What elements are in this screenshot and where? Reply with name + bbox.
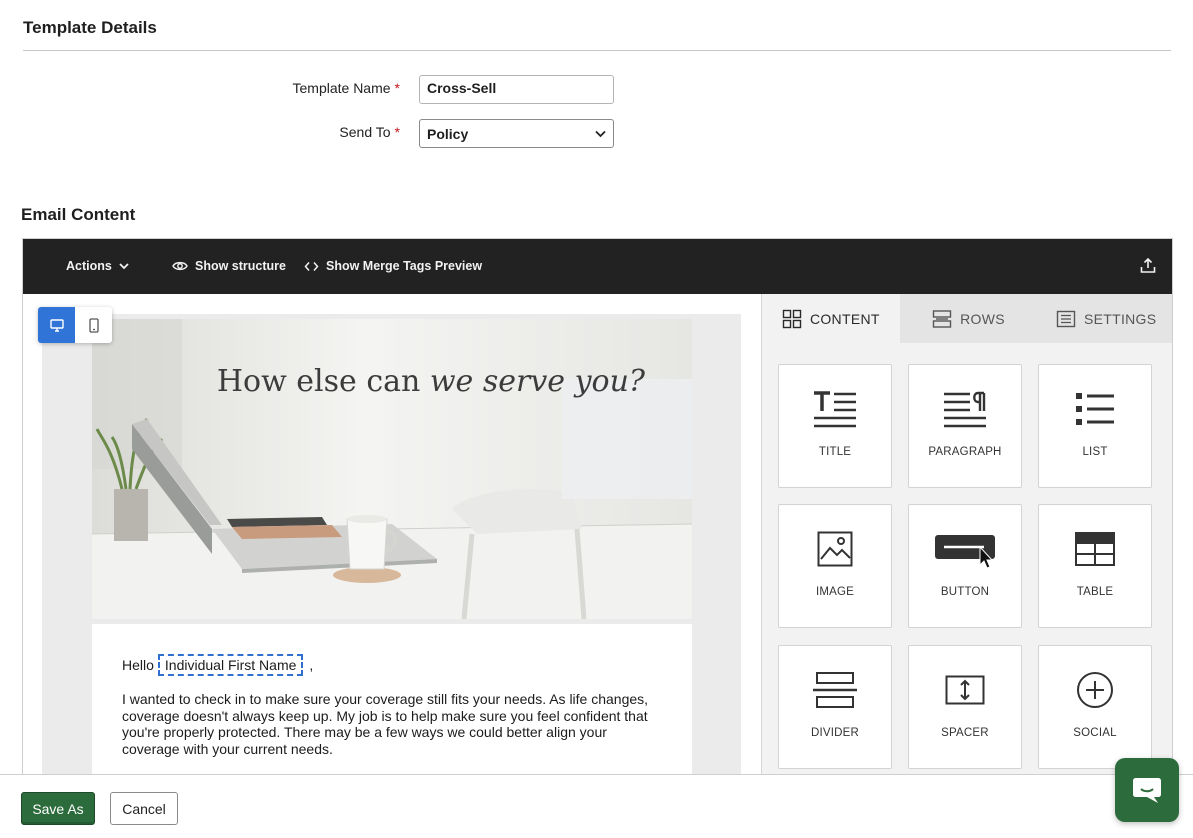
button-icon	[935, 535, 995, 569]
block-image[interactable]: IMAGE	[778, 504, 892, 628]
device-toggle	[38, 307, 112, 343]
greeting-line: Hello Individual First Name ,	[122, 654, 313, 676]
chat-bubble-icon	[1133, 778, 1161, 803]
chevron-down-icon	[595, 130, 606, 137]
social-icon	[1077, 672, 1113, 708]
eye-icon	[172, 261, 188, 271]
block-table[interactable]: TABLE	[1038, 504, 1152, 628]
side-tabs: CONTENT ROWS SETTINGS	[762, 294, 1172, 343]
block-divider[interactable]: DIVIDER	[778, 645, 892, 769]
export-button[interactable]	[1140, 257, 1156, 274]
template-name-label: Template Name *	[292, 80, 401, 96]
actions-menu[interactable]: Actions	[66, 259, 129, 273]
email-canvas: How else can we serve you? Hello Individ…	[23, 294, 761, 777]
settings-list-icon	[1056, 310, 1076, 327]
send-to-select[interactable]: Policy	[419, 119, 614, 148]
block-social[interactable]: SOCIAL	[1038, 645, 1152, 769]
rows-icon	[932, 309, 952, 328]
title-icon	[814, 391, 856, 428]
required-marker: *	[394, 124, 400, 140]
editor-toolbar: Actions Show structure Show Merge Tags P…	[23, 239, 1172, 294]
body-paragraph[interactable]: I wanted to check in to make sure your c…	[122, 691, 662, 758]
chevron-down-icon	[119, 262, 129, 269]
send-to-value: Policy	[427, 125, 469, 142]
template-name-input[interactable]: Cross-Sell	[419, 75, 614, 104]
mobile-icon	[88, 317, 99, 333]
code-icon	[304, 261, 319, 271]
divider-icon	[813, 672, 857, 708]
mobile-view-button[interactable]	[75, 307, 112, 343]
merge-tag[interactable]: Individual First Name	[157, 654, 304, 676]
block-list[interactable]: LIST	[1038, 364, 1152, 488]
save-as-button[interactable]: Save As	[21, 792, 95, 825]
required-marker: *	[394, 80, 400, 96]
email-editor: Actions Show structure Show Merge Tags P…	[22, 238, 1173, 778]
template-details-title: Template Details	[23, 18, 157, 37]
footer-bar: Save As Cancel	[0, 774, 1193, 838]
hero-title: How else can we serve you?	[216, 364, 645, 399]
paragraph-icon	[944, 391, 986, 428]
email-body[interactable]: Hello Individual First Name , I wanted t…	[92, 624, 692, 777]
image-icon	[817, 531, 853, 567]
chat-button[interactable]	[1115, 758, 1179, 822]
hero-image[interactable]: How else can we serve you?	[92, 319, 692, 619]
section-divider	[23, 50, 1171, 51]
block-paragraph[interactable]: PARAGRAPH	[908, 364, 1022, 488]
desktop-icon	[49, 318, 64, 332]
merge-tags-preview-button[interactable]: Show Merge Tags Preview	[304, 259, 482, 273]
tab-settings[interactable]: SETTINGS	[1037, 294, 1172, 343]
block-button[interactable]: BUTTON	[908, 504, 1022, 628]
upload-icon	[1140, 257, 1156, 273]
send-to-label: Send To *	[339, 124, 400, 140]
spacer-icon	[945, 675, 985, 705]
cancel-button[interactable]: Cancel	[110, 792, 178, 825]
desktop-view-button[interactable]	[38, 307, 75, 343]
side-panel: CONTENT ROWS SETTINGS TITLE PARAGRAPH LI…	[761, 294, 1172, 777]
block-title[interactable]: TITLE	[778, 364, 892, 488]
tab-rows[interactable]: ROWS	[899, 294, 1038, 343]
email-content-title: Email Content	[21, 205, 136, 224]
tab-content[interactable]: CONTENT	[762, 294, 900, 343]
list-icon	[1076, 393, 1114, 425]
table-icon	[1075, 532, 1115, 566]
show-structure-button[interactable]: Show structure	[172, 259, 286, 273]
block-spacer[interactable]: SPACER	[908, 645, 1022, 769]
grid-icon	[782, 309, 802, 328]
